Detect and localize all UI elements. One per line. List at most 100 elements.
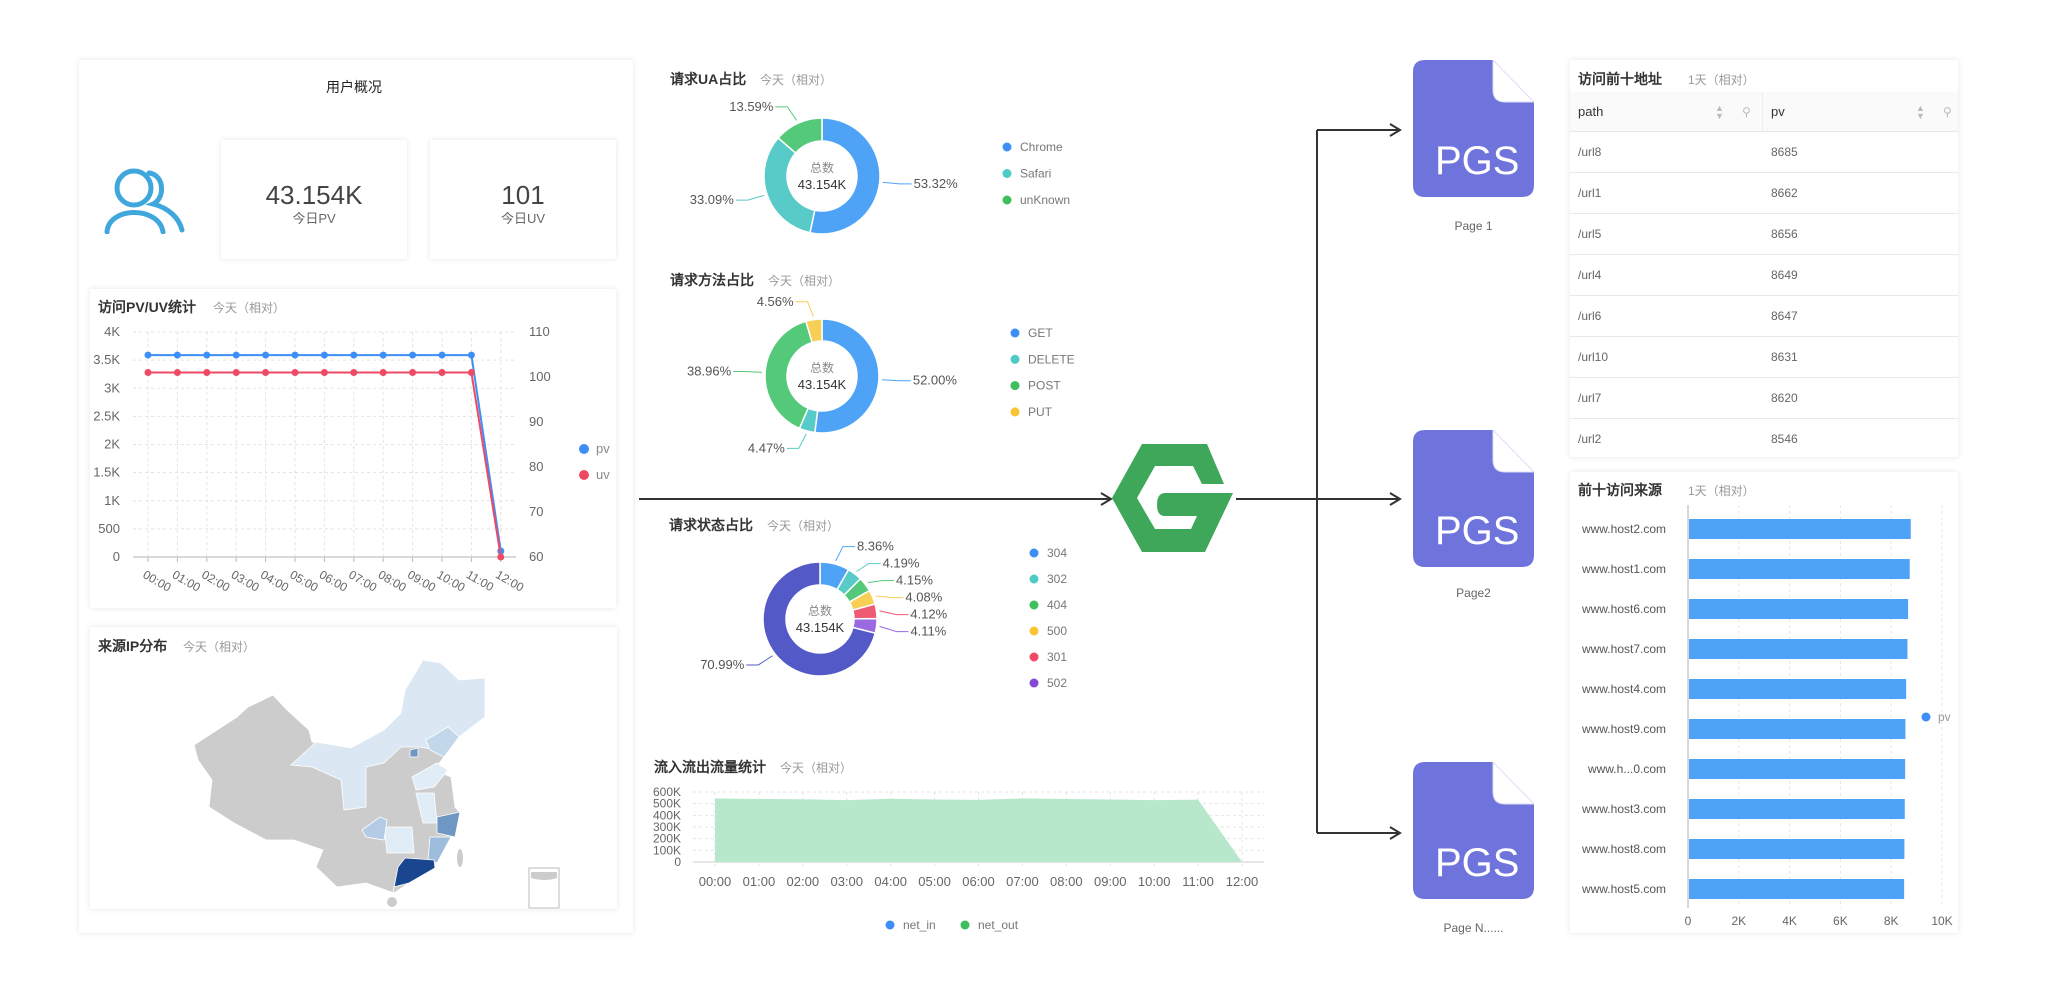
top-paths-card: 访问前十地址 1天（相对） path ▲ ▼ ⚲ pv ▲ ▼ ⚲ /url8 868… [1570, 60, 1958, 457]
sort-icon[interactable]: ▲ ▼ [1916, 92, 1925, 121]
slice-percent-label: 4.47% [748, 440, 785, 455]
legend-label-500: 500 [1047, 624, 1067, 638]
x-tick-label: 08:00 [1050, 874, 1083, 889]
ip-map-title: 来源IP分布 [98, 638, 168, 654]
table-row[interactable]: /url2 8546 [1570, 419, 1958, 457]
pgs-icon-text: PGS [1435, 841, 1519, 885]
column-header-pv[interactable]: pv ▲ ▼ ⚲ [1763, 92, 1958, 132]
cell-path: /url8 [1578, 145, 1602, 159]
ua-subtitle: 今天（相对） [760, 73, 833, 87]
label-leader-line [786, 433, 807, 449]
x-tick-label: 04:00 [874, 874, 907, 889]
top-sources-title: 前十访问来源 [1578, 482, 1662, 498]
y-tick-label: 0 [674, 855, 681, 869]
top-paths-title: 访问前十地址 [1578, 71, 1662, 87]
arrowhead [1389, 826, 1402, 840]
legend-marker-GET [1010, 328, 1020, 338]
donut-slice-DELETE [798, 407, 819, 434]
legend-marker-POST [1010, 381, 1020, 391]
pv-stat-box: 43.154K 今日PV [221, 140, 407, 259]
slice-percent-label: 53.32% [914, 176, 959, 191]
cell-path: /url4 [1578, 268, 1602, 282]
pgs-file-icon: PGS [1413, 760, 1536, 899]
uv-value: 101 [501, 180, 545, 210]
legend-marker-Safari [1002, 169, 1012, 178]
column-header-path[interactable]: path ▲ ▼ ⚲ [1570, 92, 1763, 132]
page-node[interactable]: PGS Page 1 [1413, 58, 1536, 233]
pv-value: 43.154K [265, 180, 363, 210]
donut-center-label: 总数 [810, 360, 834, 375]
legend-label-GET: GET [1028, 326, 1053, 340]
legend-label-DELETE: DELETE [1028, 352, 1075, 366]
donut-slice-Safari [763, 136, 816, 234]
x-tick-label: 06:00 [962, 874, 995, 889]
label-leader-line [733, 370, 763, 373]
table-row[interactable]: /url1 8662 [1570, 173, 1958, 214]
pgs-icon-text: PGS [1435, 139, 1519, 183]
column-header-label: pv [1771, 104, 1785, 119]
legend-marker-302 [1029, 574, 1039, 584]
cell-pv: 8656 [1771, 227, 1798, 241]
table-row[interactable]: /url8 8685 [1570, 132, 1958, 173]
slice-percent-label: 4.19% [883, 556, 920, 571]
donut-slice-502 [852, 617, 878, 635]
label-leader-line [735, 194, 765, 201]
x-tick-label: 00:00 [699, 874, 732, 889]
donut-slice-302 [836, 568, 862, 597]
pvuv-card [90, 289, 616, 608]
pgs-icon-text: PGS [1435, 509, 1519, 553]
legend-label-Chrome: Chrome [1020, 140, 1063, 154]
table-row[interactable]: /url6 8647 [1570, 296, 1958, 337]
search-icon[interactable]: ⚲ [1742, 92, 1751, 132]
legend-marker-502 [1029, 678, 1039, 688]
donut-slice-404 [843, 577, 871, 604]
page-node[interactable]: PGS Page2 [1413, 428, 1536, 600]
donut-slice-304 [819, 561, 850, 591]
x-tick-label: 12:00 [1226, 874, 1259, 889]
donut-slice-PUT [804, 318, 823, 344]
slice-percent-label: 33.09% [690, 192, 735, 207]
uv-label: 今日UV [500, 211, 546, 226]
traffic-title: 流入流出流量统计 [654, 759, 766, 775]
x-tick-label: 10:00 [1138, 874, 1171, 889]
legend-label-301: 301 [1047, 650, 1067, 664]
slice-percent-label: 13.59% [729, 99, 774, 114]
slice-percent-label: 4.56% [757, 294, 794, 309]
top-paths-subtitle: 1天（相对） [1688, 73, 1755, 87]
legend-marker-net_in [885, 920, 895, 930]
y-tick-label: 100K [653, 843, 681, 857]
sort-icon[interactable]: ▲ ▼ [1715, 92, 1724, 121]
uv-stat-box: 101 今日UV [430, 140, 616, 259]
cell-path: /url1 [1578, 186, 1602, 200]
table-row[interactable]: /url5 8656 [1570, 214, 1958, 255]
donut-center-label: 总数 [808, 603, 832, 618]
label-leader-line [867, 580, 895, 584]
area-net_out [715, 798, 1242, 862]
search-icon[interactable]: ⚲ [1943, 92, 1952, 132]
table-row[interactable]: /url7 8620 [1570, 378, 1958, 419]
legend-marker-net_out [960, 920, 970, 930]
donut-slice-GET [813, 318, 880, 434]
legend-marker-500 [1029, 626, 1039, 636]
cell-path: /url2 [1578, 432, 1602, 446]
x-tick-label: 09:00 [1094, 874, 1127, 889]
table-row[interactable]: /url4 8649 [1570, 255, 1958, 296]
method-subtitle: 今天（相对） [768, 274, 841, 288]
label-leader-line [875, 595, 904, 599]
page-node[interactable]: PGS Page N...... [1413, 760, 1536, 935]
slice-percent-label: 4.12% [910, 607, 947, 622]
donut-slice-Chrome [809, 117, 881, 235]
cell-path: /url10 [1578, 350, 1609, 364]
label-leader-line [856, 563, 881, 572]
cell-path: /url7 [1578, 391, 1602, 405]
legend-marker-DELETE [1010, 354, 1020, 364]
legend-label-502: 502 [1047, 676, 1067, 690]
pvuv-subtitle: 今天（相对） [213, 301, 286, 315]
top-sources-card: 前十访问来源 1天（相对） [1570, 472, 1958, 933]
ip-map-subtitle: 今天（相对） [183, 640, 256, 654]
legend-marker-PUT [1010, 407, 1020, 417]
cell-pv: 8662 [1771, 186, 1798, 200]
x-tick-label: 03:00 [830, 874, 863, 889]
cell-pv: 8647 [1771, 309, 1798, 323]
table-row[interactable]: /url10 8631 [1570, 337, 1958, 378]
